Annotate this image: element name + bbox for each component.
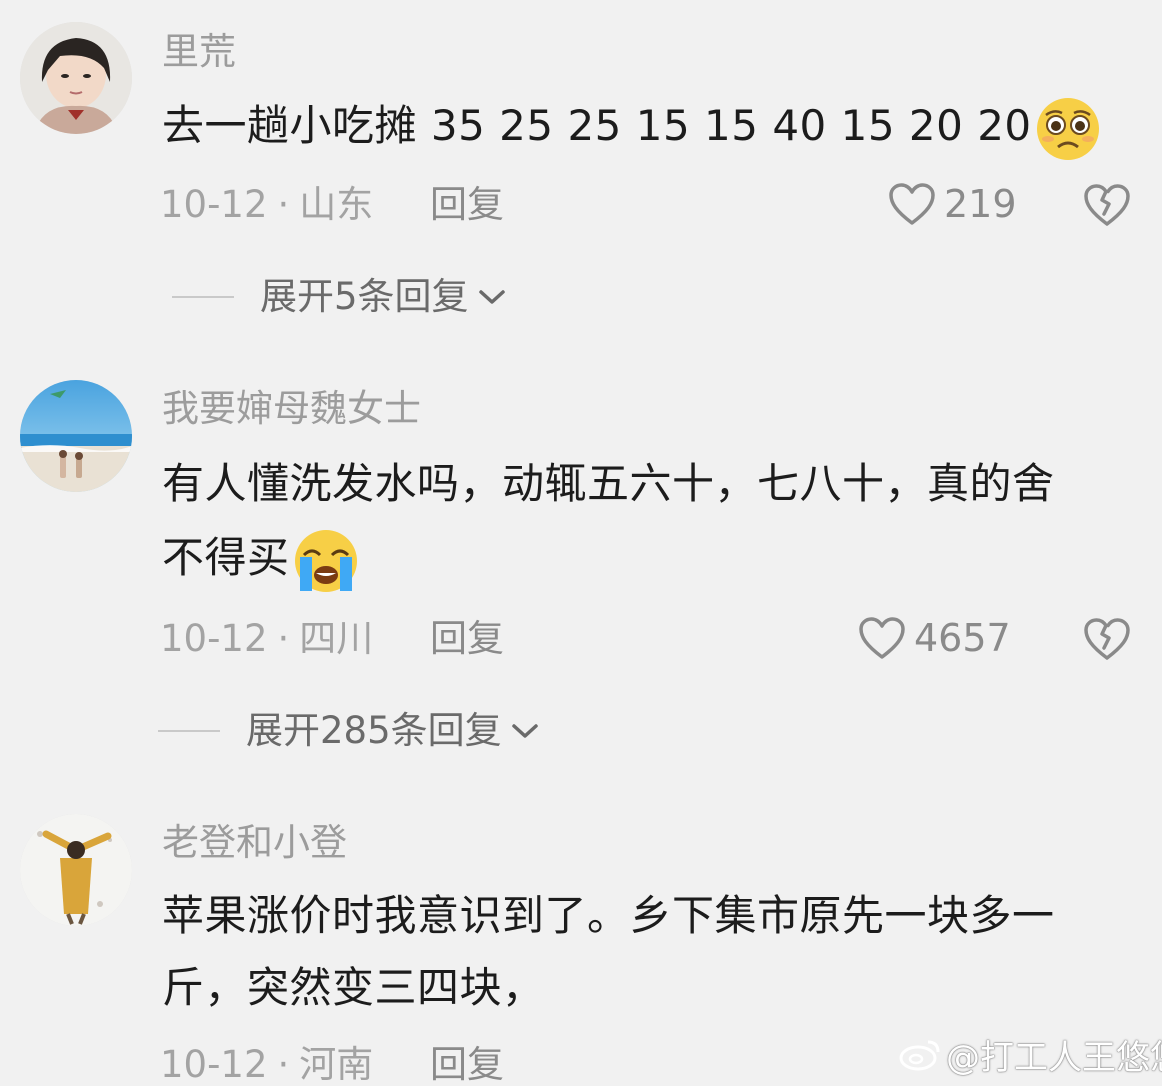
comment-meta: 10-12 · 四川 — [160, 620, 373, 657]
comment-location: 山东 — [299, 183, 374, 226]
comment-text-line-2: 斤，突然变三四块， — [162, 963, 545, 1012]
avatar[interactable] — [20, 22, 132, 134]
broken-heart-icon[interactable] — [1082, 616, 1132, 662]
reply-button[interactable]: 回复 — [430, 1046, 504, 1083]
broken-heart-icon[interactable] — [1082, 182, 1132, 228]
reply-button[interactable]: 回复 — [430, 186, 504, 223]
comment-text-content: 去一趟小吃摊 35 25 25 15 15 40 15 20 20 — [162, 101, 1032, 150]
watermark: @打工人王悠悠 — [898, 1030, 1162, 1079]
watermark-text: @打工人王悠悠 — [946, 1038, 1162, 1078]
expand-divider — [172, 295, 234, 298]
comment-date: 10-12 — [160, 183, 268, 226]
heart-outline-icon — [889, 183, 935, 225]
comment-meta: 10-12 · 山东 — [160, 186, 373, 223]
comment-text: 有人懂洗发水吗，动辄五六十，七八十，真的舍 不得买 — [162, 448, 1142, 595]
weibo-logo-icon — [899, 1040, 940, 1070]
chevron-down-icon — [478, 289, 505, 304]
reply-button[interactable]: 回复 — [430, 620, 504, 657]
comment-text-line: 有人懂洗发水吗，动辄五六十，七八十，真的舍 — [162, 459, 1055, 508]
like-button[interactable]: 4657 — [858, 616, 1011, 660]
pleading-face-emoji-icon — [1034, 95, 1102, 163]
comment-meta: 10-12 · 河南 — [160, 1046, 373, 1083]
comment-text-line: 苹果涨价时我意识到了。乡下集市原先一块多一 — [162, 891, 1055, 940]
loudly-crying-face-emoji-icon — [292, 527, 360, 595]
like-count: 4657 — [914, 616, 1011, 660]
expand-replies-label: 展开285条回复 — [246, 709, 502, 752]
comment-text-content: 不得买 — [162, 533, 290, 582]
chevron-down-icon — [511, 723, 538, 738]
comment-text-line-2: 不得买 — [162, 522, 1142, 595]
comment-date: 10-12 — [160, 617, 268, 660]
like-button[interactable]: 219 — [888, 182, 1017, 226]
comment-username[interactable]: 里荒 — [162, 33, 236, 70]
avatar[interactable] — [20, 814, 132, 926]
meta-separator: · — [277, 183, 290, 226]
meta-separator: · — [277, 617, 290, 660]
expand-replies-label: 展开5条回复 — [260, 275, 469, 318]
comment-username[interactable]: 我要婶母魏女士 — [162, 390, 421, 427]
expand-replies-button[interactable]: 展开5条回复 — [172, 278, 507, 315]
expand-replies-button[interactable]: 展开285条回复 — [158, 712, 540, 749]
heart-outline-icon — [859, 617, 905, 659]
avatar[interactable] — [20, 380, 132, 492]
expand-divider — [158, 729, 220, 732]
comment-text: 苹果涨价时我意识到了。乡下集市原先一块多一 斤，突然变三四块， — [162, 880, 1142, 1024]
comment-username[interactable]: 老登和小登 — [162, 824, 347, 861]
comment-text: 去一趟小吃摊 35 25 25 15 15 40 15 20 20 — [162, 90, 1142, 163]
like-count: 219 — [944, 182, 1017, 226]
comment-location: 四川 — [299, 617, 374, 660]
